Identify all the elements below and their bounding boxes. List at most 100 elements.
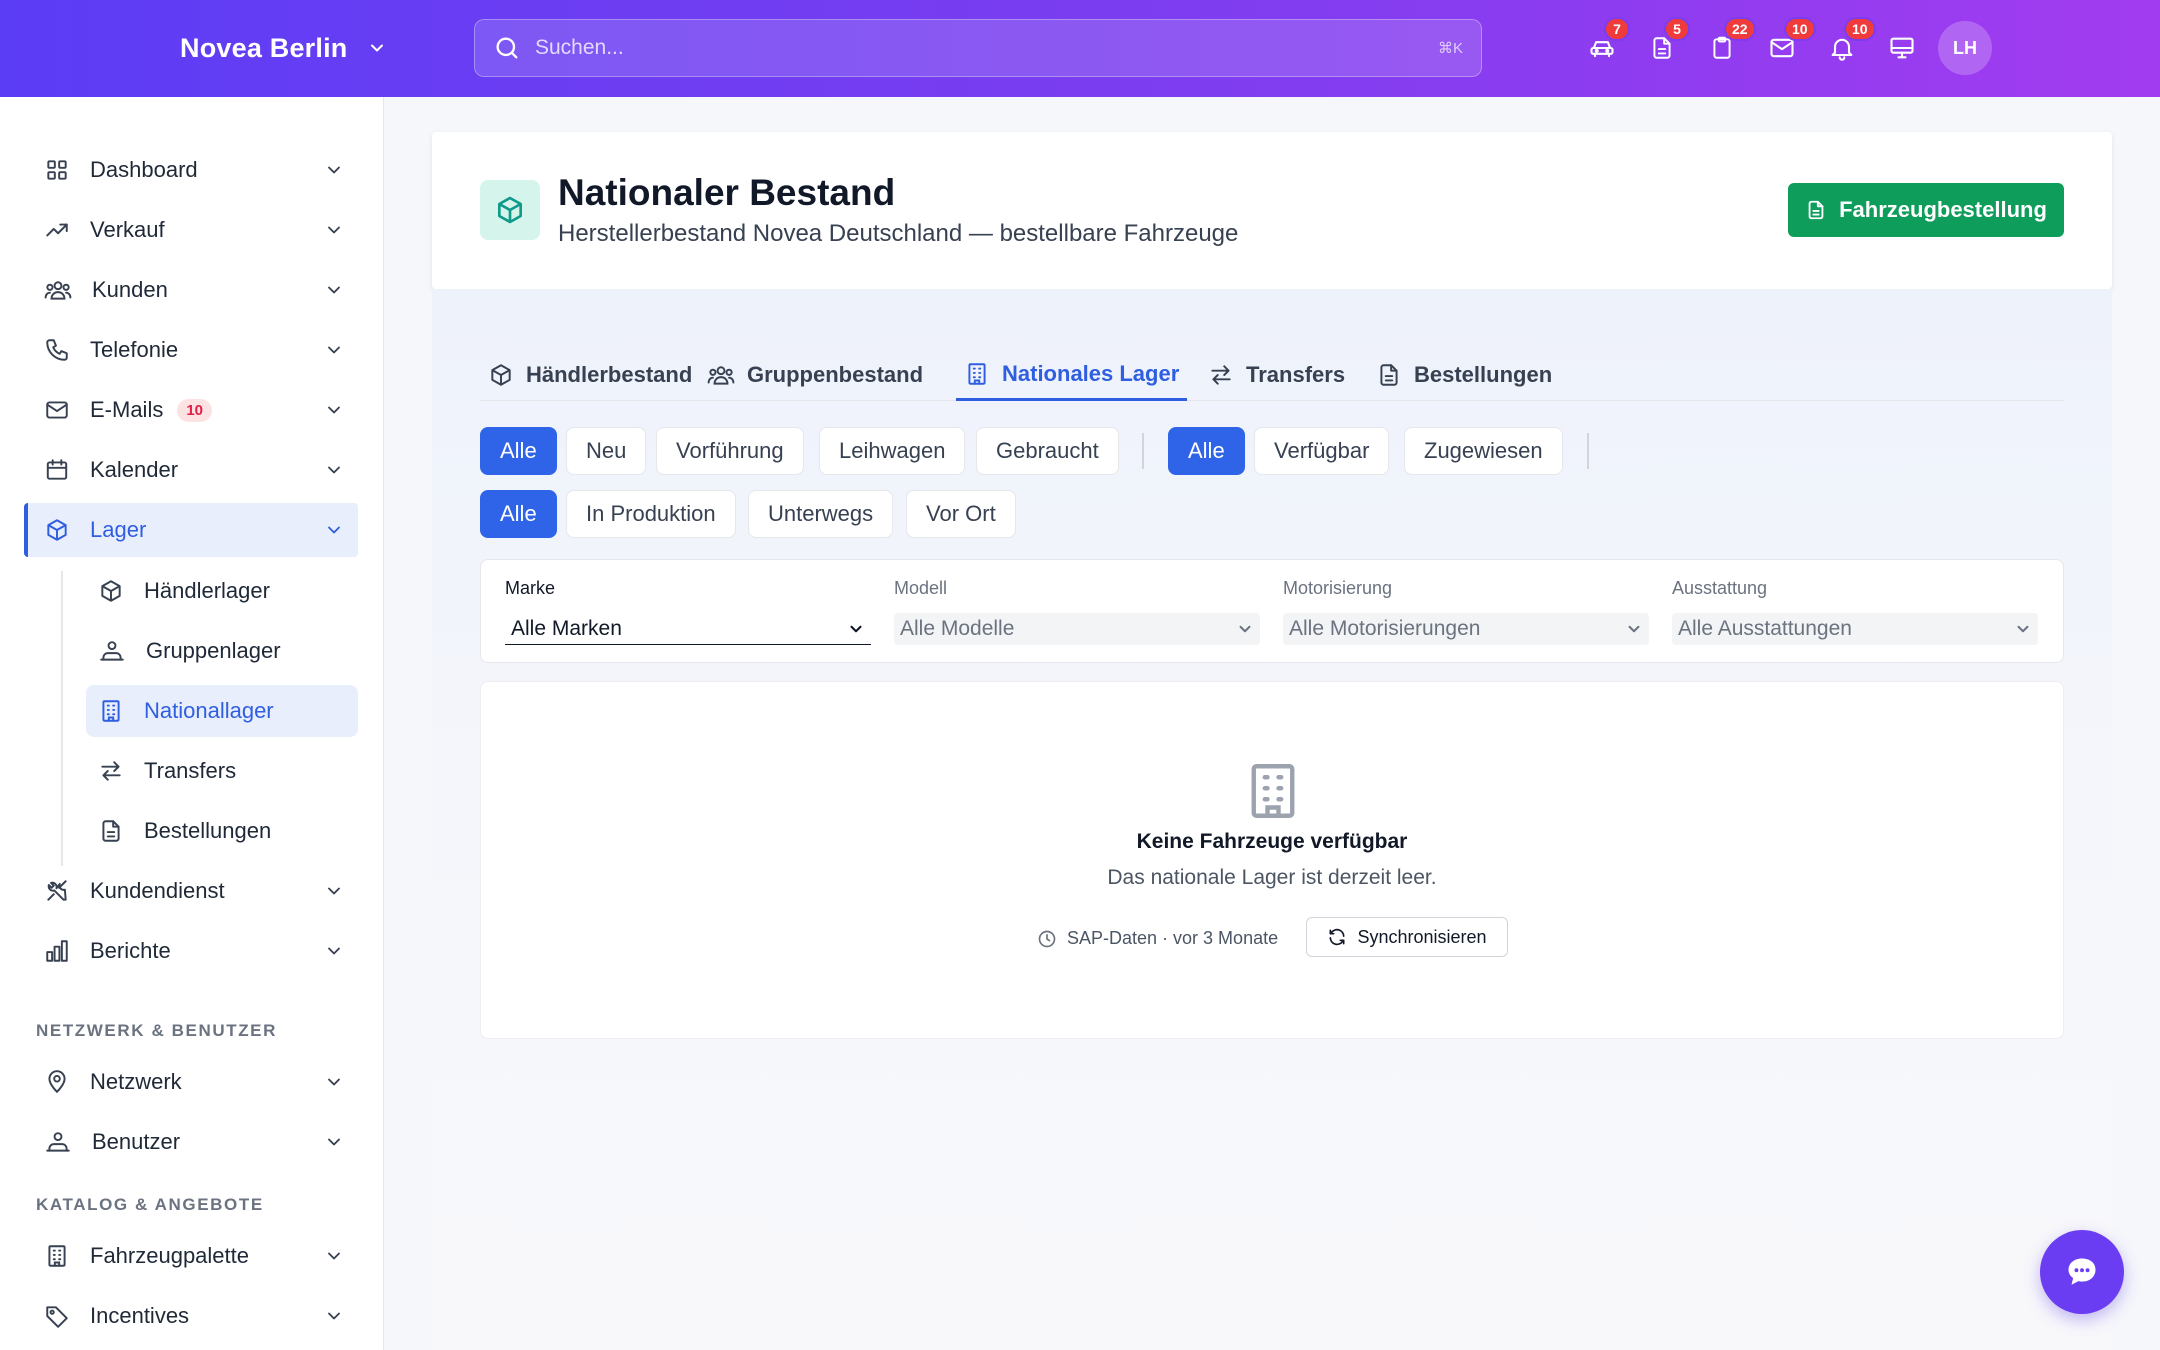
filter-type-leihwagen[interactable]: Leihwagen — [819, 427, 966, 475]
tab-label: Händlerbestand — [526, 362, 693, 387]
calendar-icon — [44, 457, 70, 483]
document-icon — [1376, 362, 1402, 388]
marke-select[interactable]: Alle Marken — [505, 613, 871, 645]
box-icon — [494, 194, 526, 226]
empty-state-subtitle: Das nationale Lager ist derzeit leer. — [1107, 866, 1437, 889]
motorisierung-select[interactable]: Alle Motorisierungen — [1283, 613, 1649, 645]
mail-notification-button[interactable]: 10 — [1752, 17, 1816, 70]
users-icon — [707, 362, 735, 388]
sidebar-subitem-nationallager[interactable]: Nationallager — [86, 685, 358, 737]
location-icon — [44, 1069, 70, 1095]
sidebar-subitem-transfers[interactable]: Transfers — [86, 745, 358, 797]
users-icon — [44, 277, 72, 303]
search-input[interactable] — [535, 36, 1438, 60]
tab-label: Bestellungen — [1414, 362, 1553, 387]
sidebar-item-lager[interactable]: Lager — [24, 503, 358, 557]
tab-label: Transfers — [1246, 362, 1346, 387]
top-bar: Novea Berlin ⌘K 7 5 22 — [0, 0, 2160, 97]
empty-state-title: Keine Fahrzeuge verfügbar — [1136, 830, 1408, 853]
sync-button[interactable]: Synchronisieren — [1306, 917, 1508, 957]
documents-notification-button[interactable]: 5 — [1632, 17, 1692, 70]
sidebar-item-berichte[interactable]: Berichte — [24, 924, 358, 978]
filter-status-in-produktion[interactable]: In Produktion — [566, 490, 736, 538]
refresh-icon — [1327, 927, 1347, 947]
user-group-icon — [44, 1129, 72, 1155]
notification-badge: 22 — [1724, 17, 1756, 41]
filter-type-gebraucht[interactable]: Gebraucht — [976, 427, 1119, 475]
tools-icon — [44, 878, 70, 904]
ausstattung-select[interactable]: Alle Ausstattungen — [1672, 613, 2038, 645]
tab-label: Gruppenbestand — [747, 362, 924, 387]
filter-status-alle[interactable]: Alle — [480, 490, 557, 538]
filter-availability-verfuegbar[interactable]: Verfügbar — [1254, 427, 1390, 475]
user-avatar[interactable]: LH — [1938, 21, 1992, 75]
filter-motorisierung: Motorisierung Alle Motorisierungen — [1283, 578, 1649, 645]
tab-nationales-lager[interactable]: Nationales Lager — [956, 349, 1188, 401]
chevron-down-icon — [324, 1072, 344, 1092]
filter-availability-zugewiesen[interactable]: Zugewiesen — [1404, 427, 1563, 475]
vehicles-notification-button[interactable]: 7 — [1572, 17, 1632, 70]
sidebar-item-label: Händlerlager — [144, 578, 270, 603]
chevron-down-icon — [324, 520, 344, 540]
sidebar-item-label: Transfers — [144, 758, 237, 783]
sidebar-item-verkauf[interactable]: Verkauf — [24, 203, 358, 257]
sidebar-item-label: Nationallager — [144, 698, 274, 723]
sidebar-item-label: Incentives — [90, 1303, 190, 1328]
display-button[interactable] — [1872, 26, 1932, 70]
sidebar-item-dashboard[interactable]: Dashboard — [24, 143, 358, 197]
tab-haendlerbestand[interactable]: Händlerbestand — [480, 349, 700, 401]
page-subtitle: Herstellerbestand Novea Deutschland — be… — [558, 220, 1239, 247]
filter-status-unterwegs[interactable]: Unterwegs — [748, 490, 894, 538]
tab-gruppenbestand[interactable]: Gruppenbestand — [699, 349, 931, 401]
select-value: Alle Marken — [511, 616, 622, 640]
filter-status-vor-ort[interactable]: Vor Ort — [906, 490, 1016, 538]
inventory-tabs: Händlerbestand Gruppenbestand Nationales… — [480, 349, 2064, 401]
grid-icon — [44, 157, 70, 183]
filter-type-alle[interactable]: Alle — [480, 427, 557, 475]
sidebar-item-label: Lager — [90, 517, 147, 542]
filter-type-neu[interactable]: Neu — [566, 427, 647, 475]
sidebar-item-kalender[interactable]: Kalender — [24, 443, 358, 497]
sidebar-item-emails[interactable]: E-Mails 10 — [24, 383, 358, 437]
sidebar-item-label: Verkauf — [90, 217, 165, 242]
sidebar-item-fahrzeugpalette[interactable]: Fahrzeugpalette — [24, 1229, 358, 1283]
vehicle-order-button[interactable]: Fahrzeugbestellung — [1788, 183, 2064, 237]
tasks-notification-button[interactable]: 22 — [1692, 17, 1756, 70]
box-icon — [488, 362, 514, 388]
sidebar-item-incentives[interactable]: Incentives — [24, 1289, 358, 1343]
sidebar-item-label: Kalender — [90, 457, 179, 482]
section-title-network: NETZWERK & BENUTZER — [36, 1021, 277, 1040]
sidebar-item-kunden[interactable]: Kunden — [24, 263, 358, 317]
arrows-icon — [98, 758, 124, 784]
filter-divider — [1142, 433, 1144, 469]
sidebar-subitem-gruppenlager[interactable]: Gruppenlager — [86, 625, 358, 677]
filter-availability-alle[interactable]: Alle — [1168, 427, 1245, 475]
brand-switcher[interactable]: Novea Berlin — [180, 28, 387, 68]
unread-badge: 10 — [177, 398, 213, 422]
modell-select[interactable]: Alle Modelle — [894, 613, 1260, 645]
filter-type-vorfuehrung[interactable]: Vorführung — [656, 427, 804, 475]
sidebar-subitem-haendlerlager[interactable]: Händlerlager — [86, 565, 358, 617]
chevron-down-icon — [2014, 620, 2032, 638]
search-shortcut: ⌘K — [1437, 40, 1463, 57]
sidebar-item-label: Netzwerk — [90, 1069, 182, 1094]
sidebar-item-label: Gruppenlager — [146, 638, 281, 663]
filter-divider — [1587, 433, 1589, 469]
main-content: Händlerbestand Gruppenbestand Nationales… — [432, 289, 2112, 1350]
sidebar-item-telefonie[interactable]: Telefonie — [24, 323, 358, 377]
alerts-notification-button[interactable]: 10 — [1812, 17, 1876, 70]
chevron-down-icon — [324, 941, 344, 961]
tab-bestellungen[interactable]: Bestellungen — [1368, 349, 1560, 401]
sidebar-item-label: Fahrzeugpalette — [90, 1243, 249, 1268]
tab-transfers[interactable]: Transfers — [1200, 349, 1353, 401]
search-icon — [493, 34, 521, 62]
trend-up-icon — [44, 217, 70, 243]
sidebar-item-label: Benutzer — [92, 1129, 181, 1154]
notification-badge: 7 — [1604, 17, 1630, 41]
sidebar-item-kundendienst[interactable]: Kundendienst — [24, 864, 358, 918]
building-icon — [1240, 758, 1306, 824]
sidebar-item-benutzer[interactable]: Benutzer — [24, 1115, 358, 1169]
sidebar-subitem-bestellungen[interactable]: Bestellungen — [86, 805, 358, 857]
sidebar-item-netzwerk[interactable]: Netzwerk — [24, 1055, 358, 1109]
chat-button[interactable] — [2040, 1230, 2124, 1314]
